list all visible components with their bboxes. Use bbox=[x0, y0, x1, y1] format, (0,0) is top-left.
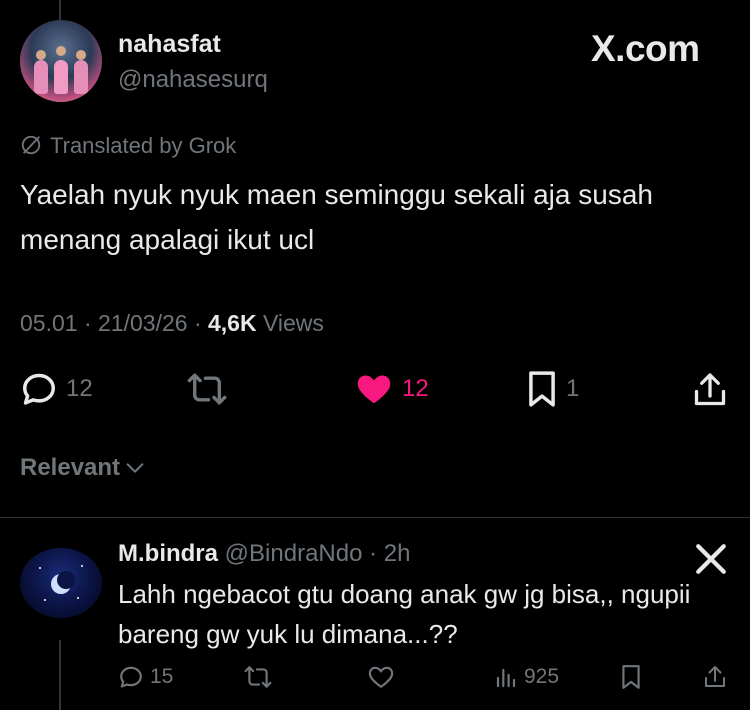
reply-text: Lahh ngebacot gtu doang anak gw jg bisa,… bbox=[118, 579, 691, 649]
chevron-down-icon bbox=[126, 463, 144, 473]
thread-line-top bbox=[59, 0, 61, 20]
reply-icon bbox=[120, 666, 142, 688]
x-com-watermark: X.com bbox=[591, 28, 700, 69]
share-icon bbox=[694, 373, 726, 406]
reply-count: 12 bbox=[66, 375, 93, 402]
reply-views-count: 925 bbox=[524, 665, 560, 688]
user-handle[interactable]: @nahasesurq bbox=[118, 66, 268, 94]
share-icon bbox=[705, 666, 725, 687]
display-name[interactable]: nahasfat bbox=[118, 30, 221, 59]
retweet-icon bbox=[187, 373, 227, 405]
sort-label: Relevant bbox=[20, 454, 121, 481]
views-count: 4,6K bbox=[208, 310, 257, 336]
retweet-icon bbox=[244, 666, 272, 688]
views-icon bbox=[496, 668, 516, 688]
reply-display-name[interactable]: M.bindra bbox=[118, 540, 218, 567]
reply-reply-count: 15 bbox=[150, 665, 174, 688]
bookmark-icon bbox=[529, 371, 555, 407]
heart-icon bbox=[357, 375, 391, 404]
sort-dropdown[interactable]: Relevant bbox=[20, 454, 146, 482]
bookmark-icon bbox=[622, 665, 640, 689]
tweet-meta: 05.01 · 21/03/26 · 4,6K Views bbox=[20, 310, 324, 336]
share-button[interactable] bbox=[692, 370, 728, 410]
grok-icon bbox=[21, 135, 41, 155]
bookmark-count: 1 bbox=[566, 375, 580, 402]
bookmark-button[interactable]: 1 bbox=[526, 370, 579, 408]
tweet-text: Yaelah nyuk nyuk maen seminggu sekali aj… bbox=[20, 179, 653, 255]
reply-icon bbox=[23, 373, 55, 405]
reply-reply-button[interactable]: 15 bbox=[118, 664, 173, 690]
thread-line-bottom bbox=[59, 640, 61, 710]
reply-age[interactable]: 2h bbox=[384, 540, 411, 567]
moon-icon bbox=[39, 565, 83, 601]
like-count: 12 bbox=[402, 375, 429, 402]
reply-like-button[interactable] bbox=[368, 664, 394, 690]
translated-label[interactable]: Translated by Grok bbox=[50, 133, 236, 159]
reply-header: M.bindra @BindraNdo · 2h bbox=[118, 540, 411, 567]
avatar[interactable] bbox=[20, 20, 102, 102]
tweet-date[interactable]: 21/03/26 bbox=[98, 310, 188, 336]
tweet-time[interactable]: 05.01 bbox=[20, 310, 78, 336]
x-logo-icon bbox=[696, 544, 726, 574]
like-button[interactable]: 12 bbox=[354, 370, 429, 408]
heart-icon bbox=[368, 666, 394, 689]
views-label: Views bbox=[262, 310, 324, 336]
reply-button[interactable]: 12 bbox=[20, 370, 93, 408]
reply-bookmark-button[interactable] bbox=[620, 664, 642, 690]
reply-handle[interactable]: @BindraNdo bbox=[225, 540, 363, 567]
divider bbox=[0, 517, 750, 518]
retweet-button[interactable] bbox=[187, 370, 227, 408]
reply-avatar[interactable] bbox=[20, 548, 102, 618]
reply-share-button[interactable] bbox=[703, 664, 727, 690]
reply-views-button[interactable]: 925 bbox=[494, 664, 559, 690]
reply-retweet-button[interactable] bbox=[244, 664, 272, 690]
